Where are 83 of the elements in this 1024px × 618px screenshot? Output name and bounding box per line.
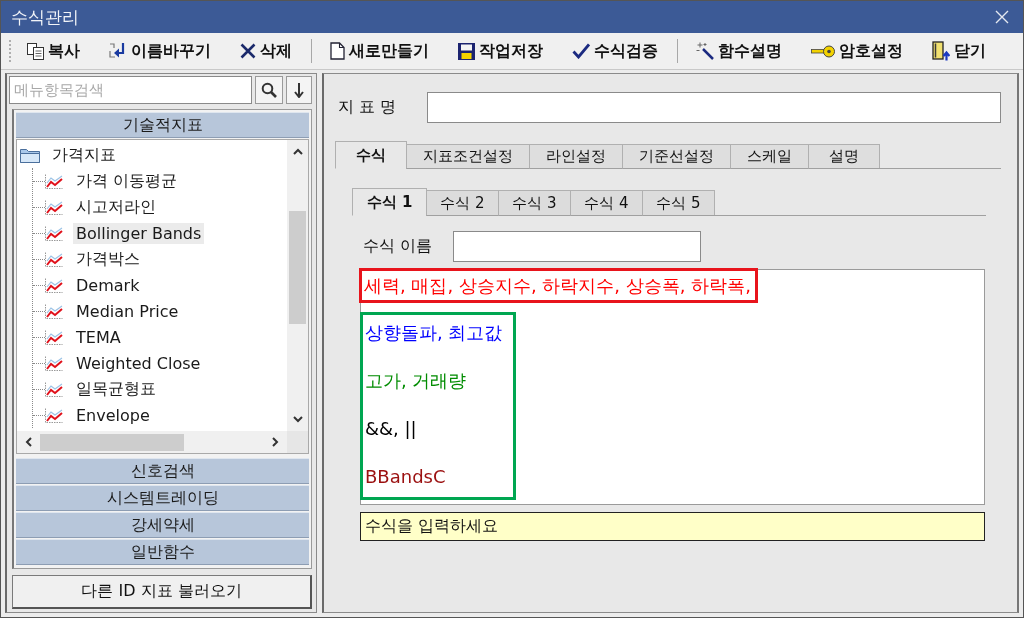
indicator-name-field[interactable] (427, 92, 1001, 123)
tab[interactable]: 지표조건설정 (406, 144, 530, 169)
magic-wand-icon (696, 42, 714, 60)
arrow-down-icon (293, 82, 305, 98)
grip-icon[interactable] (8, 39, 12, 63)
toolbar-button[interactable]: 작업저장 (444, 37, 558, 65)
toolbar-button[interactable]: 닫기 (918, 37, 1001, 65)
formula-text: 세력, 매집, 상승지수, 하락지수, 상승폭, 하락폭, (364, 274, 751, 298)
section-header[interactable]: 강세약세 (16, 512, 309, 538)
line-chart-icon (45, 225, 63, 241)
line-chart-icon (45, 407, 63, 423)
field-label: 지 표 명 (337, 97, 398, 118)
scrollbar-thumb[interactable] (40, 433, 184, 451)
line-chart-icon (45, 277, 63, 293)
tab[interactable]: 수식 4 (570, 190, 643, 216)
tab[interactable]: 기준선설정 (622, 144, 731, 169)
tab[interactable]: 라인설정 (529, 144, 623, 169)
copy-icon (27, 42, 44, 60)
load-indicator-button[interactable]: 다른 ID 지표 불러오기 (12, 575, 312, 609)
tree-item[interactable]: 일목균형표 (73, 377, 159, 401)
tree-item[interactable]: Envelope (73, 404, 153, 426)
line-chart-icon (45, 173, 63, 189)
line-chart-icon (45, 381, 63, 397)
toolbar-button[interactable]: 암호설정 (797, 37, 918, 65)
tab[interactable]: 수식 5 (642, 190, 715, 216)
tree-item[interactable]: TEMA (73, 326, 124, 348)
tab[interactable]: 수식 (335, 141, 407, 169)
scrollbar-thumb[interactable] (289, 211, 306, 324)
close-icon (995, 10, 1009, 24)
tree-item[interactable]: Median Price (73, 300, 182, 322)
line-chart-icon (45, 251, 63, 267)
key-icon (811, 44, 835, 58)
toolbar-button[interactable]: 새로만들기 (316, 37, 444, 65)
tree-item[interactable]: Demark (73, 274, 143, 296)
document-icon (330, 42, 345, 60)
chevron-up-icon[interactable] (292, 148, 303, 155)
section-header[interactable]: 시스템트레이딩 (16, 485, 309, 511)
search-button[interactable] (255, 76, 283, 104)
section-header[interactable]: 일반함수 (16, 539, 309, 565)
section-header[interactable]: 기술적지표 (16, 112, 309, 138)
toolbar-button[interactable]: 삭제 (226, 37, 307, 65)
chevron-down-icon[interactable] (292, 416, 303, 423)
cross-icon (240, 43, 256, 59)
line-chart-icon (45, 329, 63, 345)
section-header[interactable]: 신호검색 (16, 458, 309, 484)
door-arrow-icon (932, 41, 950, 61)
chevron-left-icon[interactable] (25, 437, 32, 447)
tab[interactable]: 수식 2 (426, 190, 499, 216)
hint-bar: 수식을 입력하세요 (360, 512, 985, 541)
tree-item[interactable]: 시고저라인 (73, 195, 159, 219)
toolbar-button[interactable]: 함수설명 (682, 37, 797, 65)
check-icon (572, 43, 590, 59)
search-field[interactable]: 메뉴항목검색 (9, 76, 252, 104)
line-chart-icon (45, 355, 63, 371)
tree-item[interactable]: Weighted Close (73, 352, 204, 374)
toolbar-button[interactable]: 수식검증 (558, 37, 673, 65)
field-label: 수식 이름 (363, 236, 434, 257)
tab[interactable]: 스케일 (730, 144, 809, 169)
toolbar-button[interactable]: 복사 (13, 37, 95, 65)
tree-item[interactable]: Bollinger Bands (73, 222, 205, 244)
formula-text: 상향돌파, 최고값 (365, 321, 504, 345)
horizontal-scrollbar[interactable] (17, 431, 287, 453)
tree-item[interactable]: 가격박스 (73, 247, 143, 271)
vertical-scrollbar[interactable] (287, 140, 308, 431)
tab[interactable]: 수식 3 (498, 190, 571, 216)
down-button[interactable] (286, 76, 312, 104)
tab[interactable]: 설명 (808, 144, 880, 169)
search-icon (261, 82, 277, 98)
formula-text: &&, || (365, 417, 418, 441)
tree-item[interactable]: 가격지표 (49, 143, 119, 167)
scrollbar-corner (287, 431, 308, 453)
formula-editor[interactable]: 세력, 매집, 상승지수, 하락지수, 상승폭, 하락폭, 상향돌파, 최고값 고가, 거래량 &&, || BBandsC (360, 269, 985, 505)
line-chart-icon (45, 199, 63, 215)
window-title: 수식관리 (11, 5, 79, 29)
formula-text: BBandsC (365, 465, 447, 489)
line-chart-icon (45, 303, 63, 319)
toolbar-button[interactable]: 이름바꾸기 (95, 37, 226, 65)
formula-name-field[interactable] (453, 231, 701, 262)
bent-arrow-icon (109, 42, 127, 60)
chevron-right-icon[interactable] (272, 437, 279, 447)
formula-text: 고가, 거래량 (365, 369, 468, 393)
tree-item[interactable]: 가격 이동평균 (73, 169, 181, 193)
tab[interactable]: 수식 1 (352, 188, 427, 216)
